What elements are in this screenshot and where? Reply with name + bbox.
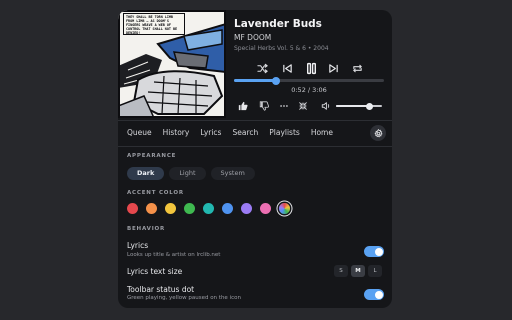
- status-dot-toggle[interactable]: [364, 289, 384, 300]
- tab-home[interactable]: Home: [311, 128, 333, 137]
- shuffle-icon: [256, 63, 268, 73]
- theme-option-dark[interactable]: Dark: [127, 167, 165, 180]
- skip-next-icon: [328, 63, 338, 73]
- player-panel: THEY SHALL BE TORN LIMB FROM LIMB — AS D…: [118, 10, 392, 308]
- progress-fill: [234, 79, 276, 82]
- accent-swatch[interactable]: [127, 203, 138, 214]
- pause-icon: [306, 62, 316, 74]
- track-title: Lavender Buds: [234, 18, 322, 30]
- lyrics-setting-label: Lyrics: [127, 241, 149, 250]
- progress-bar[interactable]: [234, 76, 384, 85]
- volume-icon: [321, 102, 330, 110]
- collapse-icon: [299, 102, 307, 110]
- tab-playlists[interactable]: Playlists: [269, 128, 300, 137]
- album-art: THEY SHALL BE TORN LIMB FROM LIMB — AS D…: [118, 10, 226, 118]
- theme-selector: Dark Light System: [127, 167, 260, 180]
- lyrics-size-selector: S M L: [331, 265, 382, 277]
- skip-previous-icon: [282, 63, 292, 73]
- tab-bar: Queue History Lyrics Search Playlists Ho…: [127, 128, 344, 137]
- more-horizontal-icon: [280, 105, 288, 107]
- size-option-m[interactable]: M: [351, 265, 365, 277]
- accent-swatch[interactable]: [241, 203, 252, 214]
- accent-swatch-custom[interactable]: [279, 203, 290, 214]
- accent-swatch[interactable]: [165, 203, 176, 214]
- accent-swatch[interactable]: [222, 203, 233, 214]
- progress-handle[interactable]: [272, 76, 280, 85]
- thumbs-down-icon: [259, 101, 269, 111]
- volume-slider[interactable]: [336, 102, 382, 110]
- tab-queue[interactable]: Queue: [127, 128, 152, 137]
- accent-heading: ACCENT COLOR: [127, 190, 184, 196]
- dislike-button[interactable]: [258, 100, 270, 112]
- like-button[interactable]: [237, 100, 249, 112]
- lyrics-setting-desc: Looks up title & artist on lrclib.net: [127, 252, 221, 258]
- status-dot-label: Toolbar status dot: [127, 285, 195, 294]
- volume-handle[interactable]: [365, 102, 373, 110]
- accent-swatch[interactable]: [203, 203, 214, 214]
- volume-button[interactable]: [320, 100, 332, 112]
- repeat-icon: [352, 64, 362, 72]
- track-artist[interactable]: MF DOOM: [234, 33, 271, 42]
- gear-icon: [373, 128, 383, 137]
- time-readout: 0:52 / 3:06: [291, 86, 327, 94]
- accent-swatch[interactable]: [260, 203, 271, 214]
- volume-fill: [336, 105, 370, 107]
- repeat-button[interactable]: [350, 61, 364, 75]
- accent-swatches: [127, 203, 298, 214]
- theme-option-system[interactable]: System: [210, 167, 255, 180]
- collapse-button[interactable]: [297, 100, 309, 112]
- thumbs-up-icon: [238, 101, 248, 111]
- divider: [118, 120, 392, 121]
- size-option-s[interactable]: S: [334, 265, 348, 277]
- divider: [118, 146, 392, 147]
- lyrics-size-label: Lyrics text size: [127, 267, 183, 276]
- theme-option-light[interactable]: Light: [169, 167, 206, 180]
- appearance-heading: APPEARANCE: [127, 153, 177, 159]
- shuffle-button[interactable]: [255, 61, 269, 75]
- tab-search[interactable]: Search: [232, 128, 258, 137]
- pause-button[interactable]: [303, 61, 319, 75]
- art-caption: THEY SHALL BE TORN LIMB FROM LIMB — AS D…: [123, 13, 185, 35]
- tab-history[interactable]: History: [163, 128, 190, 137]
- accent-swatch[interactable]: [146, 203, 157, 214]
- tab-lyrics[interactable]: Lyrics: [200, 128, 221, 137]
- behavior-heading: BEHAVIOR: [127, 226, 166, 232]
- previous-button[interactable]: [280, 61, 294, 75]
- next-button[interactable]: [326, 61, 340, 75]
- lyrics-toggle[interactable]: [364, 246, 384, 257]
- more-button[interactable]: [278, 100, 290, 112]
- album-line: Special Herbs Vol. 5 & 6 • 2004: [234, 45, 329, 52]
- size-option-l[interactable]: L: [368, 265, 382, 277]
- toggle-knob: [374, 290, 383, 299]
- accent-swatch[interactable]: [184, 203, 195, 214]
- settings-button[interactable]: [370, 125, 386, 141]
- status-dot-desc: Green playing, yellow paused on the icon: [127, 295, 241, 301]
- toggle-knob: [374, 247, 383, 256]
